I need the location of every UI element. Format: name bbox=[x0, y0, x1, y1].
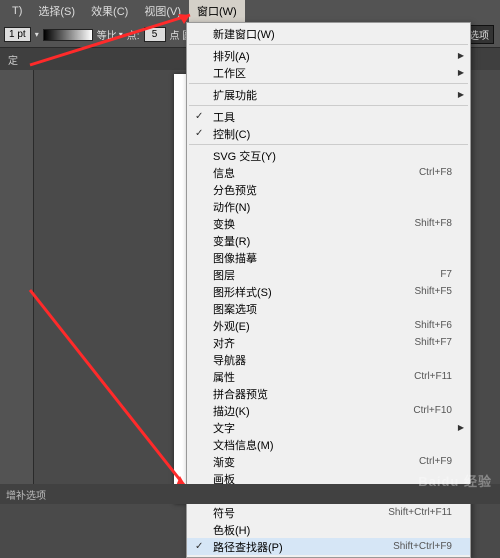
menu-item[interactable]: 色板(H) bbox=[187, 521, 470, 538]
menu-shortcut: Shift+F7 bbox=[414, 337, 452, 348]
stroke-gradient-swatch[interactable] bbox=[43, 29, 93, 41]
menu-shortcut: Ctrl+F8 bbox=[419, 167, 452, 178]
menu-item-label: 工具 bbox=[213, 109, 452, 125]
menu-shortcut: Ctrl+F9 bbox=[419, 456, 452, 467]
check-icon: ✓ bbox=[195, 541, 203, 552]
submenu-arrow-icon: ▶ bbox=[458, 90, 464, 99]
menu-item-label: 渐变 bbox=[213, 454, 419, 470]
menu-shortcut: Shift+Ctrl+F9 bbox=[393, 541, 452, 552]
submenu-arrow-icon: ▶ bbox=[458, 68, 464, 77]
menu-item[interactable]: 新建窗口(W) bbox=[187, 25, 470, 42]
menu-shortcut: Shift+F5 bbox=[414, 286, 452, 297]
points-label: 点: bbox=[127, 27, 140, 42]
bottom-label: 增补选项 bbox=[6, 487, 46, 502]
menu-separator bbox=[189, 83, 468, 84]
menu-item-label: 外观(E) bbox=[213, 318, 414, 334]
menu-item[interactable]: 扩展功能 ▶ bbox=[187, 86, 470, 103]
menu-separator bbox=[189, 105, 468, 106]
menu-item[interactable]: 工作区 ▶ bbox=[187, 64, 470, 81]
menu-item[interactable]: 符号Shift+Ctrl+F11 bbox=[187, 504, 470, 521]
menu-item-label: 文字 bbox=[213, 420, 452, 436]
menu-item[interactable]: SVG 交互(Y) bbox=[187, 147, 470, 164]
menu-shortcut: Ctrl+F10 bbox=[413, 405, 452, 416]
menu-item[interactable]: 图层F7 bbox=[187, 266, 470, 283]
menu-item[interactable]: 渐变Ctrl+F9 bbox=[187, 453, 470, 470]
check-icon: ✓ bbox=[195, 111, 203, 122]
menu-item-label: 工作区 bbox=[213, 65, 452, 81]
chevron-down-icon[interactable]: ▾ bbox=[35, 30, 39, 39]
check-icon: ✓ bbox=[195, 128, 203, 139]
document-tab[interactable]: 定 bbox=[8, 52, 18, 67]
menu-shortcut: Ctrl+F11 bbox=[414, 371, 452, 382]
menu-item-label: SVG 交互(Y) bbox=[213, 148, 452, 164]
menu-item[interactable]: 属性Ctrl+F11 bbox=[187, 368, 470, 385]
menu-item[interactable]: ✓ 控制(C) bbox=[187, 125, 470, 142]
menu-item-label: 对齐 bbox=[213, 335, 414, 351]
menu-item-label: 图形样式(S) bbox=[213, 284, 414, 300]
menu-shortcut: Shift+Ctrl+F11 bbox=[388, 507, 452, 518]
menu-item-label: 图案选项 bbox=[213, 301, 452, 317]
stroke-mode-dropdown[interactable]: 等比▾ bbox=[97, 27, 123, 42]
menu-item[interactable]: 分色预览 bbox=[187, 181, 470, 198]
submenu-arrow-icon: ▶ bbox=[458, 423, 464, 432]
menu-item[interactable]: 文档信息(M) bbox=[187, 436, 470, 453]
menu-item-label: 变换 bbox=[213, 216, 414, 232]
menubar: T) 选择(S) 效果(C) 视图(V) 窗口(W) bbox=[0, 0, 500, 22]
menu-item-label: 排列(A) bbox=[213, 48, 452, 64]
menu-item-label: 文档信息(M) bbox=[213, 437, 452, 453]
menu-item-label: 色板(H) bbox=[213, 522, 452, 538]
menu-item-label: 符号 bbox=[213, 505, 388, 521]
menu-item[interactable]: 文字 ▶ bbox=[187, 419, 470, 436]
menu-item[interactable]: 导航器 bbox=[187, 351, 470, 368]
menu-item-label: 拼合器预览 bbox=[213, 386, 452, 402]
menu-item-label: 分色预览 bbox=[213, 182, 452, 198]
menu-item-label: 属性 bbox=[213, 369, 414, 385]
menu-item-label: 导航器 bbox=[213, 352, 452, 368]
menu-item[interactable]: T) bbox=[4, 2, 30, 20]
menu-item-label: 图层 bbox=[213, 267, 440, 283]
menu-item[interactable]: 图案选项 bbox=[187, 300, 470, 317]
stroke-weight-field[interactable]: 1 pt bbox=[4, 27, 31, 42]
menu-item[interactable]: 动作(N) bbox=[187, 198, 470, 215]
menu-item[interactable]: 描边(K)Ctrl+F10 bbox=[187, 402, 470, 419]
menu-separator bbox=[189, 144, 468, 145]
menu-item-label: 信息 bbox=[213, 165, 419, 181]
menu-item[interactable]: 图形样式(S)Shift+F5 bbox=[187, 283, 470, 300]
menu-item-label: 动作(N) bbox=[213, 199, 452, 215]
menu-item-label: 路径查找器(P) bbox=[213, 539, 393, 555]
points-field[interactable]: 5 bbox=[144, 27, 166, 42]
menu-item[interactable]: 效果(C) bbox=[83, 0, 136, 22]
menu-separator bbox=[189, 44, 468, 45]
menu-item[interactable]: 拼合器预览 bbox=[187, 385, 470, 402]
menu-item[interactable]: 外观(E)Shift+F6 bbox=[187, 317, 470, 334]
menu-item[interactable]: ✓ 工具 bbox=[187, 108, 470, 125]
menu-item-label: 描边(K) bbox=[213, 403, 413, 419]
menu-item[interactable]: 选择(S) bbox=[30, 0, 83, 22]
tools-panel[interactable] bbox=[0, 70, 34, 504]
menu-shortcut: Shift+F8 bbox=[414, 218, 452, 229]
menu-item-label: 新建窗口(W) bbox=[213, 26, 452, 42]
menu-item[interactable]: 信息Ctrl+F8 bbox=[187, 164, 470, 181]
submenu-arrow-icon: ▶ bbox=[458, 51, 464, 60]
menu-item[interactable]: ✓ 路径查找器(P)Shift+Ctrl+F9 bbox=[187, 538, 470, 555]
menu-item-label: 控制(C) bbox=[213, 126, 452, 142]
menu-item[interactable]: 对齐Shift+F7 bbox=[187, 334, 470, 351]
menu-item[interactable]: 图像描摹 bbox=[187, 249, 470, 266]
menu-item-window[interactable]: 窗口(W) bbox=[189, 0, 245, 22]
menu-item-label: 扩展功能 bbox=[213, 87, 452, 103]
bottom-bar: 增补选项 bbox=[0, 484, 500, 504]
menu-shortcut: Shift+F6 bbox=[414, 320, 452, 331]
menu-item-label: 图像描摹 bbox=[213, 250, 452, 266]
window-menu-dropdown: 新建窗口(W) 排列(A) ▶ 工作区 ▶ 扩展功能 ▶ ✓ 工具 ✓ 控制(C) SVG 交互(Y)… bbox=[186, 22, 471, 558]
menu-item-label: 变量(R) bbox=[213, 233, 452, 249]
menu-item[interactable]: 变换Shift+F8 bbox=[187, 215, 470, 232]
menu-item[interactable]: 变量(R) bbox=[187, 232, 470, 249]
menu-item[interactable]: 视图(V) bbox=[136, 0, 189, 22]
menu-shortcut: F7 bbox=[440, 269, 452, 280]
menu-item[interactable]: 排列(A) ▶ bbox=[187, 47, 470, 64]
